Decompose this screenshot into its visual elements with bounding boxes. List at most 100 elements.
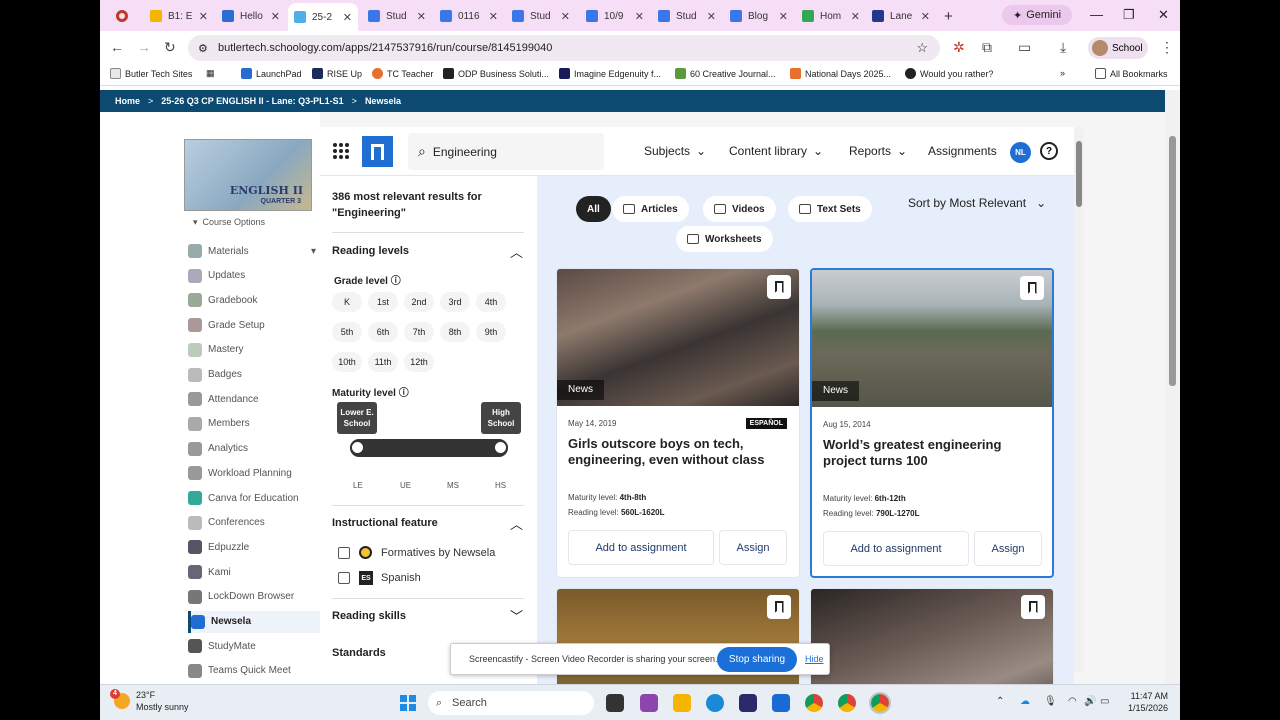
bookmark-item[interactable]: TC Teacher	[372, 68, 433, 79]
chevron-up-icon[interactable]: ︿	[510, 514, 523, 533]
card-title[interactable]: Girls outscore boys on tech, engineering…	[568, 436, 790, 468]
sidebar-item[interactable]: Teams Quick Meet	[188, 660, 320, 682]
sidebar-item[interactable]: StudyMate	[188, 635, 320, 657]
star-icon[interactable]: ☆	[916, 40, 928, 56]
sidebar-item[interactable]: Conferences	[188, 512, 320, 534]
grade-chip[interactable]: 6th	[368, 322, 398, 342]
chevron-right-icon[interactable]: »	[1060, 68, 1065, 78]
add-to-assignment-button[interactable]: Add to assignment	[823, 531, 969, 566]
menu-icon[interactable]: ⋮	[1160, 39, 1174, 56]
sidebar-item[interactable]: Kami	[188, 561, 320, 583]
gemini-button[interactable]: ✦ Gemini	[1002, 5, 1072, 25]
close-tab-icon[interactable]: ✕	[343, 11, 352, 24]
sidebar-item[interactable]: Materials ▾	[188, 240, 320, 262]
bookmark-item[interactable]: LaunchPad	[241, 68, 302, 79]
chevron-down-icon[interactable]: ▾	[311, 246, 316, 257]
add-to-assignment-button[interactable]: Add to assignment	[568, 530, 714, 565]
sidebar-item[interactable]: Gradebook	[188, 289, 320, 311]
grade-chip[interactable]: K	[332, 292, 362, 312]
hide-link[interactable]: Hide	[805, 654, 824, 664]
grade-chip[interactable]: 11th	[368, 352, 398, 372]
chrome-icon[interactable]	[869, 692, 891, 714]
article-card[interactable]: News May 14, 2019 ESPAÑOL Girls outscore…	[556, 268, 800, 578]
all-bookmarks[interactable]: All Bookmarks	[1095, 68, 1168, 79]
minimize-button[interactable]: —	[1090, 7, 1103, 22]
close-tab-icon[interactable]: ✕	[199, 10, 208, 23]
nav-content-library[interactable]: Content library ⌄	[729, 144, 823, 158]
copilot-icon[interactable]	[640, 694, 658, 712]
maximize-button[interactable]: ❐	[1123, 7, 1135, 23]
nav-reports[interactable]: Reports ⌄	[849, 144, 907, 158]
extension-icon[interactable]: ✲	[953, 39, 965, 56]
browser-tab[interactable]: 10/9 ✕	[580, 4, 650, 28]
sidebar-item[interactable]: Updates	[188, 265, 320, 287]
close-tab-icon[interactable]: ✕	[779, 10, 788, 23]
browser-tab[interactable]: Hom ✕	[796, 4, 866, 28]
sort-dropdown[interactable]: Sort by Most Relevant ⌄	[908, 196, 1046, 210]
browser-tab[interactable]: Lane ✕	[866, 4, 936, 28]
windows-start-icon[interactable]	[400, 695, 416, 711]
slider-low-handle[interactable]	[350, 440, 365, 455]
bookmark-icon[interactable]	[1020, 276, 1044, 300]
close-tab-icon[interactable]: ✕	[635, 10, 644, 23]
breadcrumb-home[interactable]: Home	[115, 96, 140, 106]
bookmark-icon[interactable]	[767, 275, 791, 299]
article-card[interactable]	[810, 588, 1054, 684]
slider-high-handle[interactable]	[493, 440, 508, 455]
clock[interactable]: 11:47 AM 1/15/2026	[1118, 690, 1168, 714]
bookmark-icon[interactable]	[1021, 595, 1045, 619]
browser-tab[interactable]: 0116 ✕	[434, 4, 504, 28]
sidebar-item[interactable]: Canva for Education	[188, 487, 320, 509]
site-info-icon[interactable]: ⚙	[198, 42, 208, 55]
grade-chip[interactable]: 8th	[440, 322, 470, 342]
bookmark-item[interactable]: National Days 2025...	[790, 68, 891, 79]
chrome-icon[interactable]	[805, 694, 823, 712]
close-tab-icon[interactable]: ✕	[561, 10, 570, 23]
maturity-slider-track[interactable]	[350, 439, 508, 457]
edge-icon[interactable]	[706, 694, 724, 712]
card-title[interactable]: World’s greatest engineering project tur…	[823, 437, 1045, 469]
close-window-button[interactable]: ✕	[1158, 7, 1169, 23]
sidebar-item[interactable]: Analytics	[188, 438, 320, 460]
browser-tab[interactable]: Hello ✕	[216, 4, 286, 28]
bookmark-item[interactable]: ODP Business Soluti...	[443, 68, 549, 79]
chevron-down-icon[interactable]: ﹀	[510, 606, 523, 625]
microphone-icon[interactable]: 🎙	[1044, 696, 1057, 707]
search-input[interactable]: ⌕ Engineering	[408, 133, 604, 170]
onedrive-icon[interactable]: ☁	[1020, 696, 1030, 707]
nav-subjects[interactable]: Subjects ⌄	[644, 144, 706, 158]
close-tab-icon[interactable]: ✕	[851, 10, 860, 23]
apps-icon[interactable]: ▦	[206, 68, 215, 79]
forward-button[interactable]: →	[137, 39, 151, 55]
course-options[interactable]: ▾ Course Options	[193, 217, 265, 228]
formatives-checkbox[interactable]	[338, 547, 350, 559]
store-icon[interactable]	[739, 694, 757, 712]
grade-chip[interactable]: 5th	[332, 322, 362, 342]
close-tab-icon[interactable]: ✕	[489, 10, 498, 23]
newsela-logo[interactable]	[362, 136, 393, 167]
sidebar-item[interactable]: LockDown Browser	[188, 586, 320, 608]
page-scrollbar[interactable]	[1165, 90, 1180, 684]
info-icon[interactable]: ⓘ	[391, 276, 401, 287]
back-button[interactable]: ←	[110, 39, 124, 55]
sidebar-item[interactable]: Workload Planning	[188, 462, 320, 484]
article-card[interactable]: News Aug 15, 2014 World’s greatest engin…	[810, 268, 1054, 578]
record-icon[interactable]	[110, 4, 140, 28]
close-tab-icon[interactable]: ✕	[707, 10, 716, 23]
browser-tab[interactable]: Stud ✕	[362, 4, 432, 28]
sidebar-item[interactable]: Grade Setup	[188, 314, 320, 336]
bookmark-item[interactable]: RISE Up	[312, 68, 362, 79]
tab-articles[interactable]: Articles	[612, 196, 689, 222]
grade-chip[interactable]: 4th	[476, 292, 506, 312]
assign-button[interactable]: Assign	[719, 530, 787, 565]
breadcrumb-course[interactable]: 25-26 Q3 CP ENGLISH II - Lane: Q3-PL1-S1	[161, 96, 343, 106]
close-tab-icon[interactable]: ✕	[417, 10, 426, 23]
nav-assignments[interactable]: Assignments	[928, 144, 997, 158]
browser-tab[interactable]: Stud ✕	[506, 4, 576, 28]
help-icon[interactable]: ?	[1040, 142, 1058, 160]
volume-icon[interactable]: 🔊	[1084, 696, 1096, 707]
grade-chip[interactable]: 10th	[332, 352, 362, 372]
assign-button[interactable]: Assign	[974, 531, 1042, 566]
info-icon[interactable]: ⓘ	[399, 388, 409, 399]
grade-chip[interactable]: 3rd	[440, 292, 470, 312]
